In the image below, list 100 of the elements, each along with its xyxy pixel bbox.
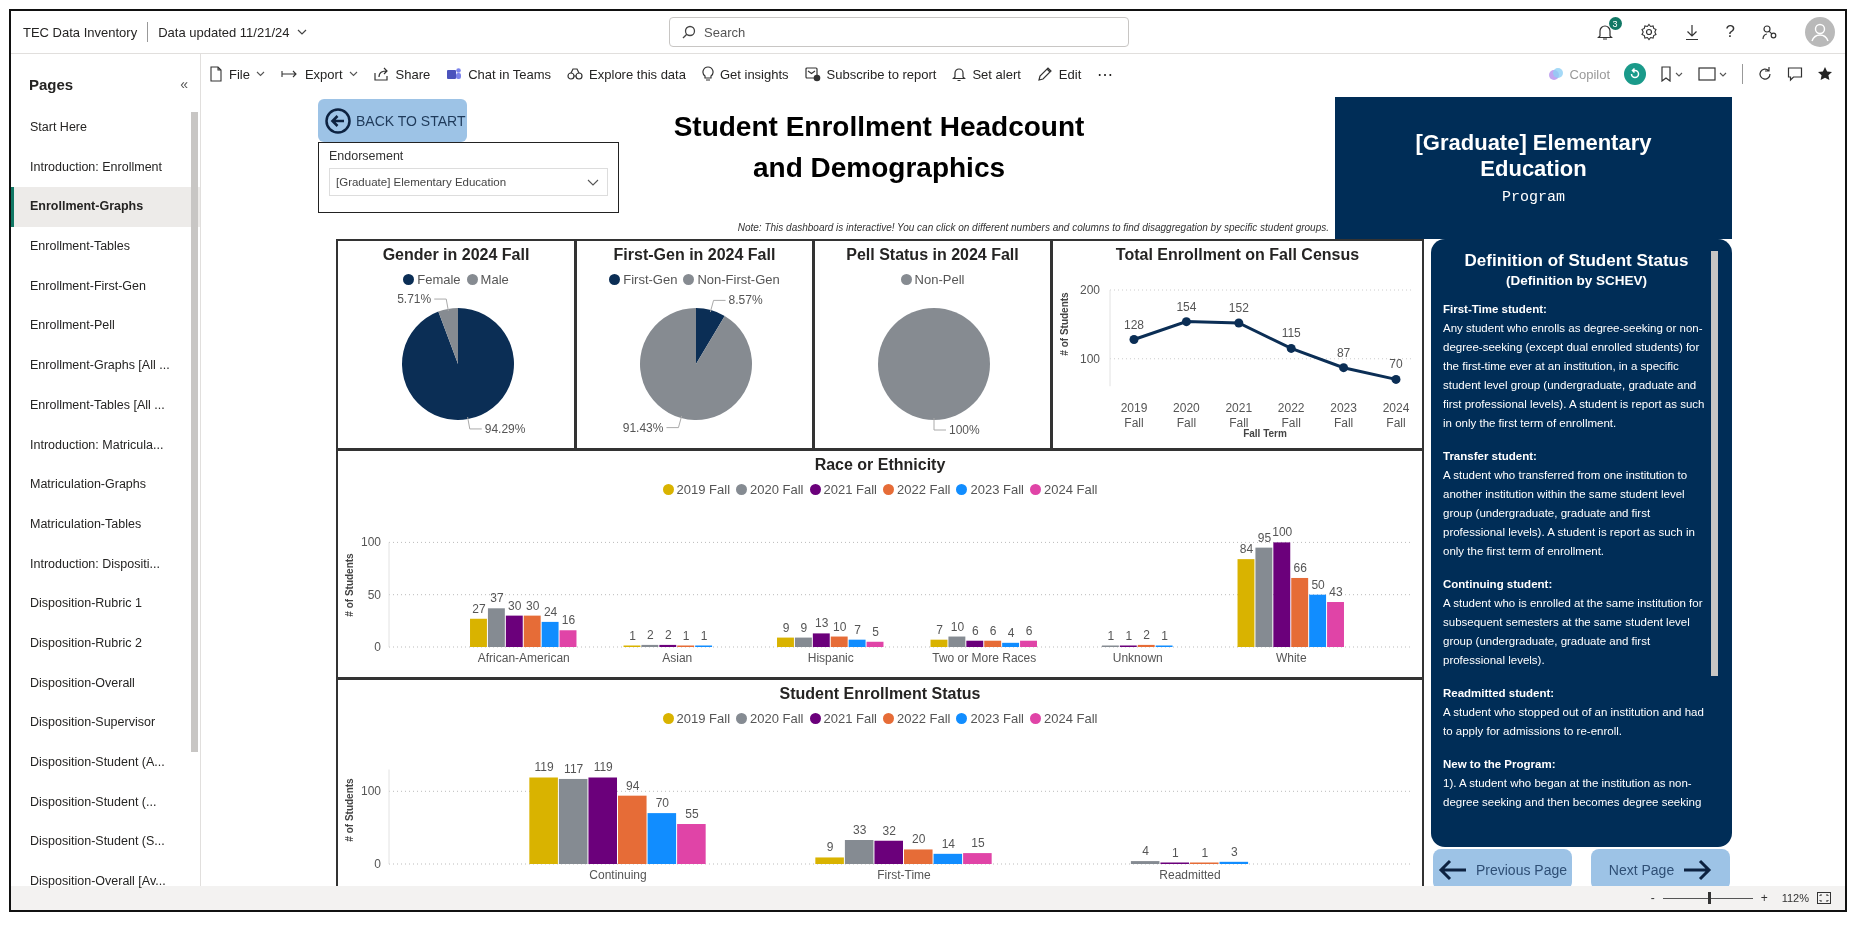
zoom-out-button[interactable]: - — [1650, 891, 1655, 905]
page-item[interactable]: Introduction: Dispositi... — [11, 544, 200, 585]
data-updated-dropdown[interactable]: Data updated 11/21/24 — [158, 24, 308, 40]
data-label: 119 — [534, 760, 554, 775]
more-button[interactable]: ⋯ — [1097, 64, 1114, 84]
page-item[interactable]: Enrollment-Tables — [11, 227, 200, 267]
legend-label: 2022 Fall — [897, 481, 951, 497]
pie-slice[interactable] — [401, 308, 514, 420]
search-bar[interactable]: Search — [669, 17, 1129, 47]
page-item[interactable]: Disposition-Student (A... — [11, 743, 200, 783]
bar[interactable] — [1272, 542, 1290, 647]
toolbar-button[interactable]: Get insights — [701, 66, 789, 82]
data-label: 4 — [1141, 844, 1149, 859]
toolbar-button[interactable]: Set alert — [952, 66, 1021, 82]
axis-tick: 50 — [367, 587, 381, 602]
legend-label: 2022 Fall — [897, 710, 951, 726]
bar[interactable] — [658, 644, 676, 647]
page-item[interactable]: Introduction: Matricula... — [11, 425, 200, 466]
comment-icon[interactable] — [1787, 66, 1803, 82]
bar[interactable] — [587, 777, 617, 864]
bell-icon[interactable] — [1595, 23, 1614, 41]
axis-category: 2019 Fall — [1120, 401, 1147, 430]
data-point[interactable] — [1181, 317, 1191, 327]
data-point[interactable] — [1129, 335, 1138, 344]
bar[interactable] — [812, 633, 830, 647]
bookmark-icon[interactable] — [1660, 66, 1684, 82]
previous-page-button[interactable]: Previous Page — [1433, 849, 1572, 886]
legend-label: 2019 Fall — [676, 481, 731, 497]
interactive-note: Note: This dashboard is interactive! You can click on different numbers and columns to find disaggregation by specific student groups. — [736, 222, 1329, 233]
page-item[interactable]: Enrollment-Pell — [11, 306, 200, 347]
toolbar-button[interactable]: Subscribe to report — [804, 66, 937, 82]
app-title[interactable]: TEC Data Inventory — [23, 24, 138, 40]
page-item[interactable]: Disposition-Student (S... — [11, 822, 200, 863]
axis-category: African-American — [477, 651, 570, 665]
avatar-icon[interactable] — [1805, 17, 1835, 47]
toolbar-button[interactable]: Share — [373, 66, 431, 82]
page-item[interactable]: Start Here — [11, 108, 200, 148]
data-label: 14 — [941, 836, 955, 851]
data-label: 32 — [882, 823, 896, 838]
back-to-start-button[interactable]: BACK TO START — [318, 99, 467, 142]
page-item[interactable]: Disposition-Overall [Av... — [11, 862, 200, 902]
page-item[interactable]: Enrollment-Graphs — [11, 187, 200, 228]
data-label: 9 — [800, 620, 807, 635]
view-icon[interactable] — [1698, 66, 1728, 82]
refresh-icon[interactable] — [1757, 66, 1773, 82]
page-item[interactable]: Matriculation-Graphs — [11, 465, 200, 505]
data-label: 6 — [989, 623, 997, 638]
data-point[interactable] — [1233, 318, 1243, 328]
axis-tick: 100 — [1079, 351, 1100, 366]
collapse-button[interactable]: « — [180, 76, 188, 92]
data-point[interactable] — [1286, 343, 1296, 353]
data-label: 7 — [935, 622, 943, 637]
page-item[interactable]: Disposition-Student (... — [11, 782, 200, 823]
toolbar-button[interactable]: Export — [280, 66, 358, 82]
page-item[interactable]: Enrollment-Graphs [All ... — [11, 346, 200, 386]
toolbar-button[interactable]: File — [209, 66, 265, 82]
page-item[interactable]: Enrollment-Tables [All ... — [11, 385, 200, 426]
binoculars-icon — [567, 68, 584, 80]
scrollbar[interactable] — [191, 112, 198, 752]
page-item[interactable]: Disposition-Supervisor — [11, 703, 200, 743]
scrollbar[interactable] — [1711, 251, 1718, 676]
download-icon[interactable] — [1683, 23, 1700, 41]
page-item[interactable]: Disposition-Rubric 1 — [11, 584, 200, 624]
toolbar-button[interactable]: Explore this data — [567, 66, 686, 82]
definition-heading: New to the Program: — [1443, 757, 1557, 772]
data-label: 15 — [970, 836, 985, 851]
definition-heading: Continuing student: — [1443, 577, 1554, 592]
notification-badge: 3 — [1608, 17, 1622, 30]
data-label: 70 — [1388, 357, 1403, 372]
axis-category: 2024 Fall — [1382, 401, 1409, 430]
zoom-thumb[interactable] — [1708, 892, 1712, 904]
pie-slice[interactable] — [437, 308, 458, 364]
bar[interactable] — [873, 840, 903, 864]
chart-title: Total Enrollment on Fall Census — [1115, 246, 1360, 264]
page-item[interactable]: Introduction: Enrollment — [11, 147, 200, 188]
endorsement-dropdown[interactable]: [Graduate] Elementary Education — [329, 168, 608, 196]
star-icon[interactable] — [1817, 66, 1833, 82]
data-label: 6 — [1025, 623, 1032, 638]
toolbar-button[interactable]: Edit — [1036, 66, 1082, 82]
next-page-button[interactable]: Next Page — [1591, 849, 1730, 886]
page-item[interactable]: Disposition-Rubric 2 — [11, 623, 200, 664]
bar[interactable] — [505, 615, 523, 647]
data-label: 9 — [826, 840, 833, 855]
page-item[interactable]: Disposition-Overall — [11, 663, 200, 704]
chart-title: First-Gen in 2024 Fall — [613, 246, 776, 264]
toolbar-button[interactable]: Chat in Teams — [446, 66, 552, 82]
reset-icon[interactable] — [1624, 63, 1646, 85]
help-icon[interactable]: ? — [1725, 22, 1735, 42]
fit-page-icon[interactable] — [1817, 892, 1831, 904]
data-point[interactable] — [1391, 374, 1400, 384]
settings-icon[interactable] — [1639, 23, 1658, 41]
zoom-in-button[interactable]: + — [1760, 891, 1768, 905]
pie-slice[interactable] — [640, 308, 752, 420]
page-item[interactable]: Enrollment-First-Gen — [11, 266, 200, 307]
data-label: 6 — [971, 623, 979, 638]
data-point[interactable] — [1338, 363, 1348, 373]
people-icon[interactable] — [1761, 23, 1779, 41]
page-item[interactable]: Matriculation-Tables — [11, 504, 200, 545]
pie-slice[interactable] — [696, 308, 725, 364]
bar[interactable] — [965, 640, 983, 647]
